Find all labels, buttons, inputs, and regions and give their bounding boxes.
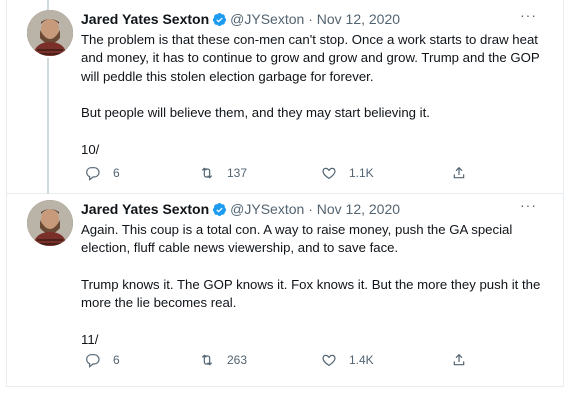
tweet-actions: 6 263 1.4K <box>81 350 481 370</box>
header-separator: · <box>308 11 313 27</box>
tweet-date[interactable]: Nov 12, 2020 <box>317 201 400 217</box>
more-icon[interactable]: ··· <box>520 6 537 24</box>
author-handle[interactable]: @JYSexton <box>230 11 304 27</box>
avatar-image <box>27 200 73 246</box>
reply-icon <box>86 167 100 181</box>
retweet-button[interactable]: 263 <box>199 350 247 370</box>
tweet-paragraph: The problem is that these con-men can't … <box>81 32 540 84</box>
tweet-11[interactable]: Jared Yates Sexton @JYSexton · Nov 12, 20… <box>7 194 563 386</box>
retweet-count: 137 <box>227 166 248 180</box>
author-name[interactable]: Jared Yates Sexton <box>81 11 209 27</box>
avatar[interactable] <box>27 10 73 56</box>
like-icon <box>322 354 336 367</box>
author-handle[interactable]: @JYSexton <box>230 201 304 217</box>
author-name[interactable]: Jared Yates Sexton <box>81 201 209 217</box>
reply-icon <box>86 354 100 368</box>
thread-number: 10/ <box>81 141 100 157</box>
tweet-header: Jared Yates Sexton @JYSexton · Nov 12, 20… <box>81 7 551 28</box>
tweet-paragraph: But people will believe them, and they m… <box>81 105 430 121</box>
reply-button[interactable]: 6 <box>85 350 120 370</box>
tweet-date[interactable]: Nov 12, 2020 <box>317 11 400 27</box>
tweet-header: Jared Yates Sexton @JYSexton · Nov 12, 20… <box>81 197 551 218</box>
avatar-image <box>27 10 73 56</box>
tweet-text: The problem is that these con-men can't … <box>81 31 545 177</box>
header-separator: · <box>308 201 313 217</box>
avatar[interactable] <box>27 200 73 246</box>
retweet-count: 263 <box>227 353 248 367</box>
tweet-paragraph: Again. This coup is a total con. A way t… <box>81 222 513 256</box>
like-count: 1.4K <box>349 353 374 367</box>
tweet-text: Again. This coup is a total con. A way t… <box>81 221 545 367</box>
reply-count: 6 <box>113 166 120 180</box>
thread-container: Jared Yates Sexton @JYSexton · Nov 12, 20… <box>6 0 564 387</box>
verified-badge-icon <box>213 202 227 217</box>
reply-button[interactable]: 6 <box>85 163 120 183</box>
thread-number: 11/ <box>81 331 99 347</box>
share-button[interactable] <box>451 163 479 183</box>
retweet-icon <box>201 354 213 366</box>
tweet-paragraph: Trump knows it. The GOP knows it. Fox kn… <box>81 276 541 311</box>
like-icon <box>322 167 336 180</box>
share-icon <box>453 353 465 366</box>
retweet-button[interactable]: 137 <box>199 163 247 183</box>
like-count: 1.1K <box>349 166 374 180</box>
tweet-actions: 6 137 1.1K <box>81 163 481 183</box>
like-button[interactable]: 1.1K <box>321 163 374 183</box>
tweet-10[interactable]: Jared Yates Sexton @JYSexton · Nov 12, 20… <box>7 0 563 194</box>
reply-count: 6 <box>113 353 120 367</box>
verified-badge-icon <box>213 12 227 27</box>
retweet-icon <box>201 167 213 179</box>
share-icon <box>453 166 465 179</box>
more-icon[interactable]: ··· <box>520 196 537 214</box>
thread-connector <box>47 58 49 194</box>
thread-connector-top <box>47 0 49 10</box>
like-button[interactable]: 1.4K <box>321 350 374 370</box>
share-button[interactable] <box>451 350 479 370</box>
